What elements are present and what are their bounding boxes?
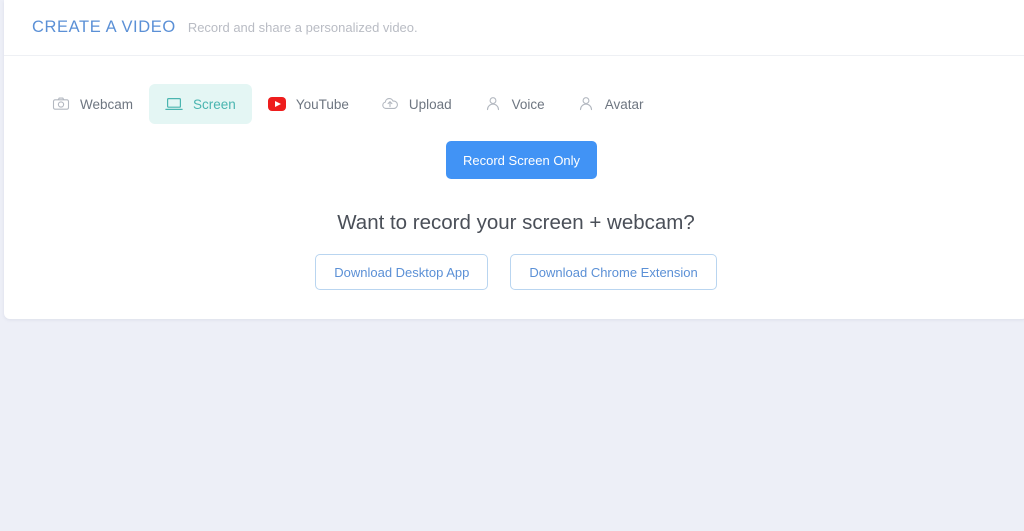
tab-label: YouTube [295,96,349,112]
tab-label: Voice [511,96,545,112]
card-header: CREATE A VIDEO Record and share a person… [4,0,1024,56]
page-subtitle: Record and share a personalized video. [187,20,418,35]
tab-screen[interactable]: Screen [149,84,252,124]
tab-avatar[interactable]: Avatar [561,84,660,124]
record-prompt-heading: Want to record your screen + webcam? [337,211,695,234]
person-icon [577,95,595,113]
download-chrome-extension-button[interactable]: Download Chrome Extension [510,254,717,290]
source-tab-bar: Webcam Screen YouTube Upload Voice Avata… [36,84,659,124]
tab-youtube[interactable]: YouTube [252,84,365,124]
tab-label: Upload [408,96,452,112]
camera-icon [52,95,70,113]
tab-label: Avatar [604,96,644,112]
cloud-upload-icon [381,95,399,113]
page-title: CREATE A VIDEO [32,18,176,36]
create-video-card: CREATE A VIDEO Record and share a person… [4,0,1024,319]
tab-label: Screen [193,96,236,112]
tab-voice[interactable]: Voice [468,84,561,124]
tab-webcam[interactable]: Webcam [36,84,149,124]
person-icon [484,95,502,113]
laptop-screen-icon [165,95,183,113]
tab-upload[interactable]: Upload [365,84,468,124]
download-desktop-app-button[interactable]: Download Desktop App [315,254,489,290]
youtube-icon [267,95,286,113]
tab-label: Webcam [80,96,134,112]
download-button-row: Download Desktop App Download Chrome Ext… [4,254,1024,290]
record-screen-only-button[interactable]: Record Screen Only [446,141,598,179]
